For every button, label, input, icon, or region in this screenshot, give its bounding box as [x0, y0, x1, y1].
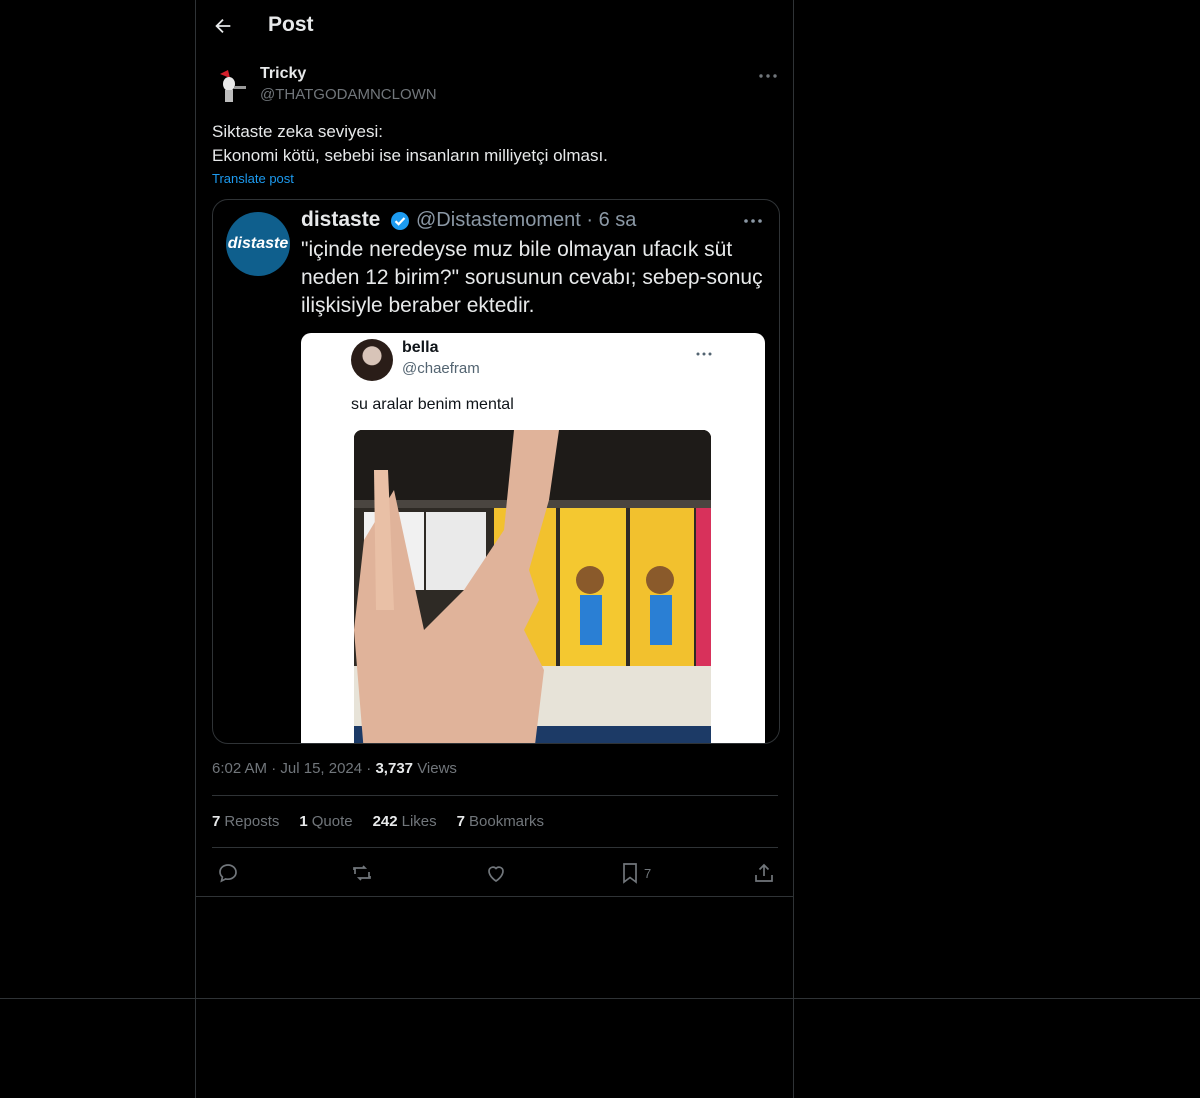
like-heart-icon[interactable] — [484, 861, 508, 885]
quotes-count: 1 — [299, 813, 308, 830]
distaste-avatar: distaste — [226, 212, 290, 276]
divider — [212, 795, 778, 796]
post-text-line-1: Siktaste zeka seviyesi: — [212, 122, 384, 141]
views-label: Views — [417, 760, 457, 777]
likes-stat[interactable]: 242 Likes — [373, 813, 437, 830]
bookmarks-label: Bookmarks — [469, 813, 545, 830]
meta-sep-2: · — [362, 760, 376, 777]
reposts-label: Reposts — [224, 813, 280, 830]
post-media-image[interactable]: distaste distaste @Distastemoment · 6 sa… — [212, 199, 780, 744]
author-avatar[interactable] — [212, 66, 252, 106]
quoted-text: "içinde neredeyse muz bile olmayan ufacı… — [301, 238, 763, 317]
inner-text: su aralar benim mental — [351, 396, 514, 413]
likes-count: 242 — [372, 813, 398, 830]
back-arrow-icon[interactable] — [212, 15, 234, 37]
post-text-line-2: Ekonomi kötü, sebebi ise insanların mill… — [212, 146, 608, 165]
divider — [0, 998, 1200, 999]
quotes-label: Quote — [311, 813, 353, 830]
bookmark-count: 7 — [644, 866, 652, 881]
main-column: Post Tricky @THATGODAMNCLOWN Siktaste ze… — [195, 0, 794, 1098]
page-title: Post — [268, 13, 314, 36]
inner-tweet-card: bella @chaefram su aralar benim mental — [301, 333, 765, 743]
quoted-more-icon — [740, 208, 766, 234]
reposts-count: 7 — [212, 813, 221, 830]
verified-badge-icon — [390, 211, 410, 231]
translate-post-link[interactable]: Translate post — [212, 171, 294, 186]
divider — [196, 896, 793, 897]
bookmarks-stat[interactable]: 7 Bookmarks — [457, 813, 544, 830]
post-time[interactable]: 6:02 AM — [212, 760, 267, 777]
bella-avatar — [351, 339, 393, 381]
divider — [212, 847, 778, 848]
quoted-name: distaste — [301, 208, 381, 231]
more-options-icon[interactable] — [756, 64, 780, 88]
meta-sep-1: · — [267, 760, 281, 777]
engagement-stats: 7 Reposts 1 Quote 242 Likes 7 Bookmarks — [212, 813, 544, 830]
page-header: Post — [196, 0, 793, 53]
author-name[interactable]: Tricky — [260, 65, 306, 83]
share-icon[interactable] — [752, 861, 776, 885]
likes-label: Likes — [401, 813, 437, 830]
post-text: Siktaste zeka seviyesi: Ekonomi kötü, se… — [212, 120, 772, 168]
post-date[interactable]: Jul 15, 2024 — [280, 760, 362, 777]
bookmarks-count: 7 — [456, 813, 465, 830]
post-meta: 6:02 AM · Jul 15, 2024 · 3,737 Views — [212, 760, 457, 777]
reply-icon[interactable] — [216, 861, 240, 885]
views-count: 3,737 — [375, 760, 414, 777]
supermarket-photo — [354, 430, 711, 743]
inner-handle: @chaefram — [402, 360, 480, 377]
repost-icon[interactable] — [350, 861, 374, 885]
reposts-stat[interactable]: 7 Reposts — [212, 813, 279, 830]
author-handle[interactable]: @THATGODAMNCLOWN — [260, 86, 437, 103]
quotes-stat[interactable]: 1 Quote — [299, 813, 352, 830]
bookmark-icon[interactable] — [618, 861, 642, 885]
inner-more-icon — [694, 344, 714, 364]
quoted-handle-time: @Distastemoment · 6 sa — [416, 209, 637, 231]
inner-name: bella — [402, 339, 439, 356]
